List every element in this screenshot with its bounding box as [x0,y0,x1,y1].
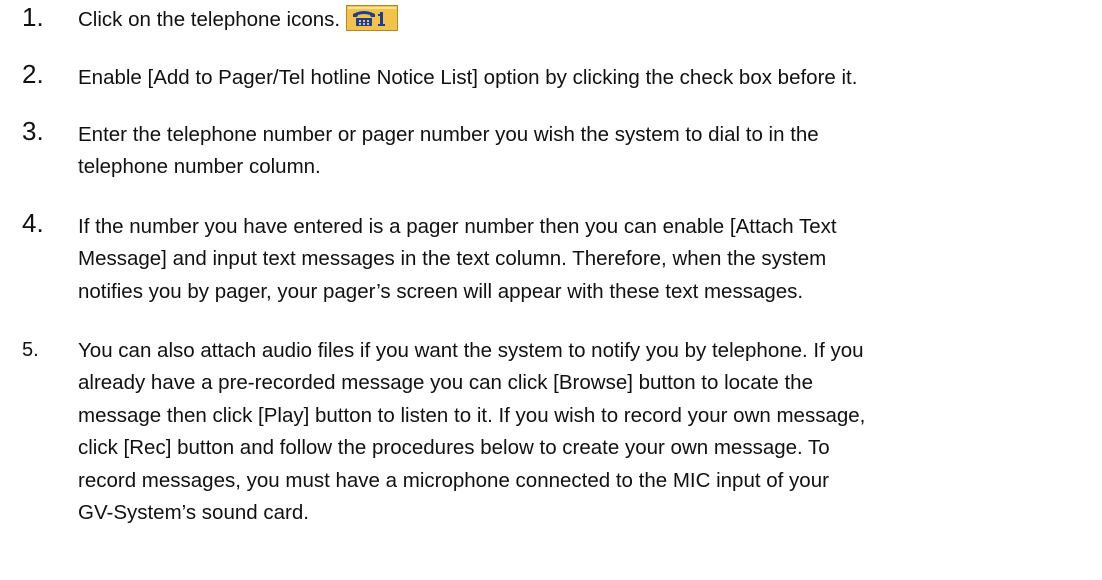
text-line: If the number you have entered is a page… [78,215,837,238]
step-1-text: Click on the telephone icons. [78,8,341,31]
step-2-text: Enable [Add to Pager/Tel hotline Notice … [78,66,858,89]
step-5-text: You can also attach audio files if you w… [78,335,1088,529]
step-text: Click on the telephone icons. [78,4,1088,36]
text-line: click [Rec] button and follow the proced… [78,436,830,460]
text-line: notifies you by pager, your pager’s scre… [78,279,804,303]
step-number: 4. [22,208,44,238]
text-line: already have a pre-recorded message you … [78,371,813,395]
step-4-text: If the number you have entered is a page… [78,211,1088,308]
telephone-icon[interactable] [346,5,399,31]
text-line: record messages, you must have a microph… [78,468,829,492]
text-line: message then click [Play] button to list… [78,403,866,427]
text-line: telephone number column. [78,155,321,179]
text-line: Enter the telephone number or pager numb… [78,123,819,146]
text-line: Message] and input text messages in the … [78,247,827,271]
step-number: 2. [22,59,44,89]
step-number: 5. [22,339,39,361]
step-3-text: Enter the telephone number or pager numb… [78,119,1088,184]
text-line: You can also attach audio files if you w… [78,339,864,362]
step-number: 1. [22,2,44,32]
step-number: 3. [22,116,44,146]
text-line: GV-System’s sound card. [78,501,309,525]
